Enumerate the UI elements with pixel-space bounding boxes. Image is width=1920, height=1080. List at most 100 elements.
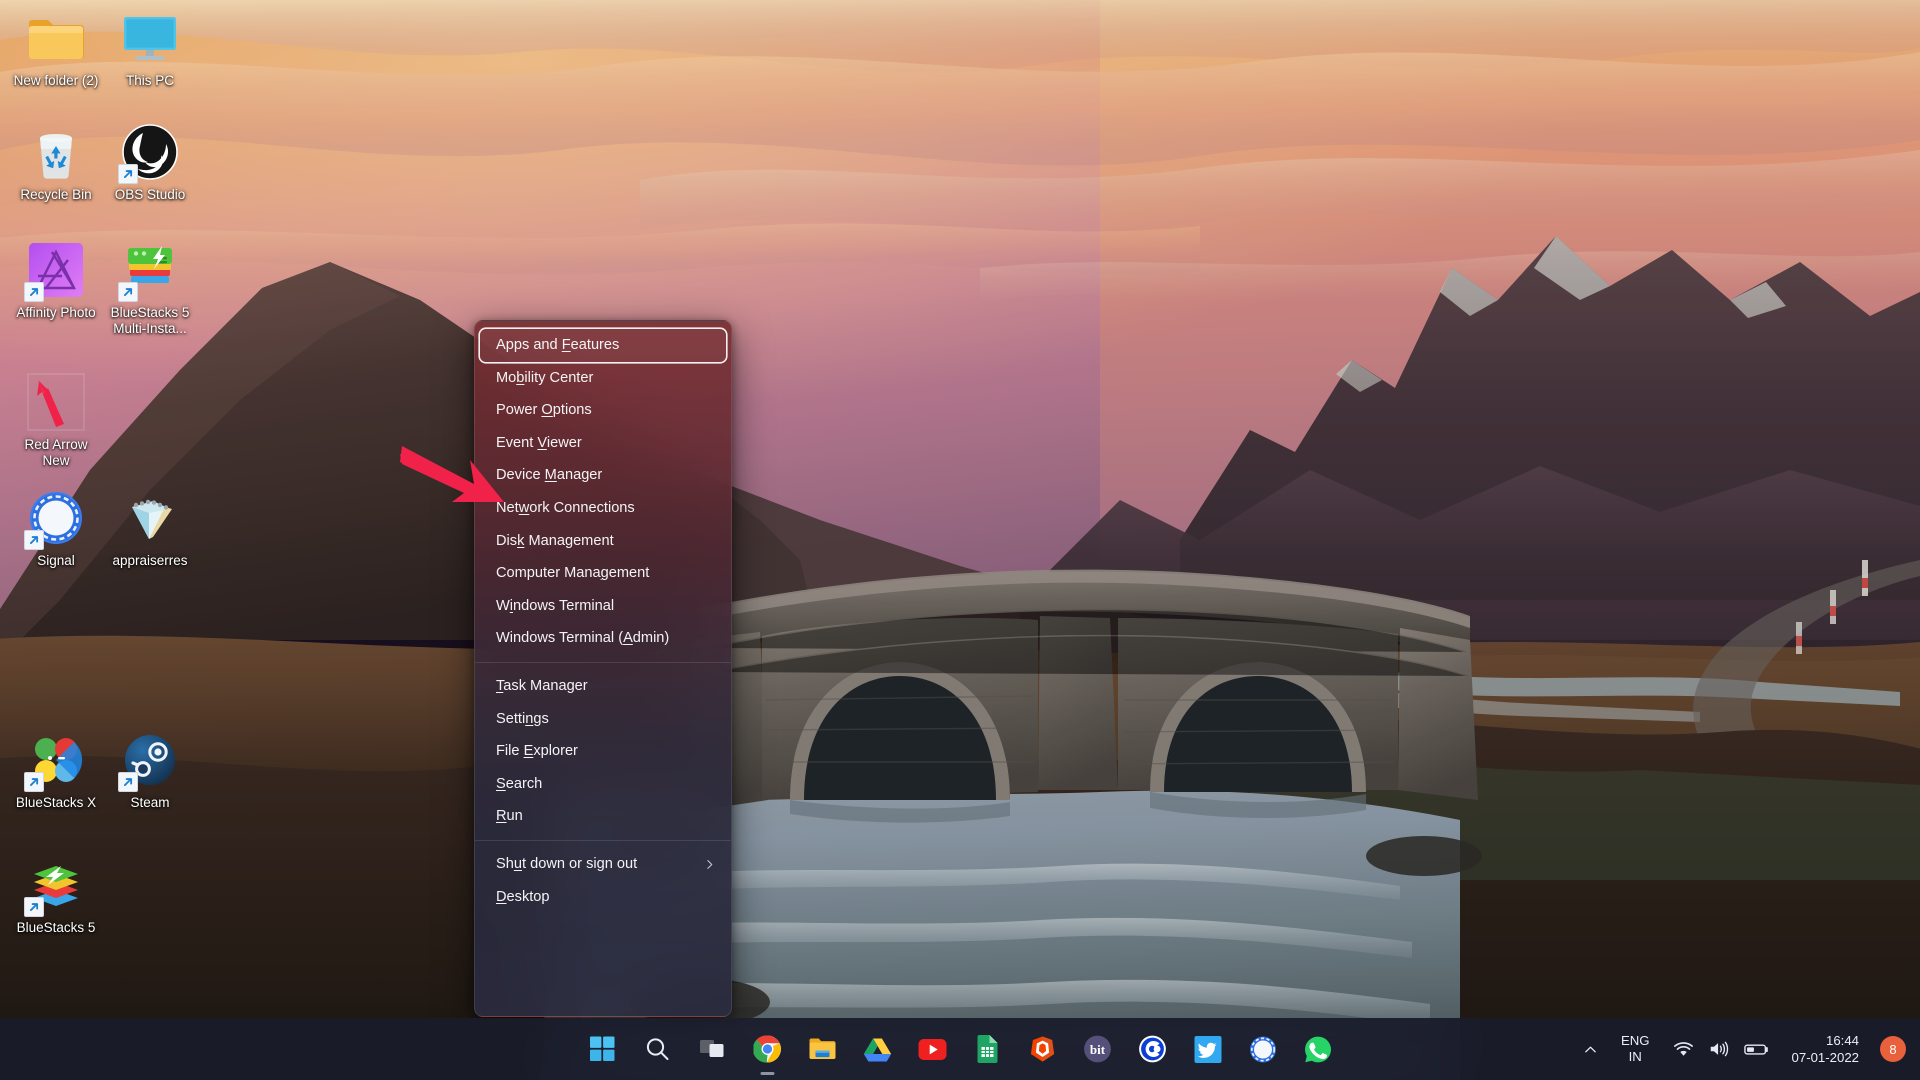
obs-studio-icon: [120, 122, 180, 182]
winx-menu-item-search[interactable]: Search: [480, 768, 726, 801]
desktop-icon-red-arrow-new[interactable]: Red Arrow New: [8, 372, 104, 469]
desktop-icon-label: Affinity Photo: [8, 305, 104, 321]
windows-start-icon: [590, 1036, 616, 1062]
desktop-icon-appraiserres[interactable]: appraiserres: [102, 488, 198, 569]
taskbar-button-start[interactable]: [582, 1028, 624, 1070]
desktop-icon-label: BlueStacks 5: [8, 920, 104, 936]
taskbar-button-google-sheets[interactable]: [967, 1028, 1009, 1070]
winx-menu-item-windows-terminal-admin[interactable]: Windows Terminal (Admin): [480, 622, 726, 655]
taskbar-button-brave[interactable]: [1022, 1028, 1064, 1070]
winx-menu-item-label: Task Manager: [496, 670, 588, 703]
tray-overflow-button[interactable]: [1576, 1025, 1605, 1073]
taskbar-button-bit[interactable]: bit: [1077, 1028, 1119, 1070]
winx-menu-item-file-explorer[interactable]: File Explorer: [480, 735, 726, 768]
winx-menu-item-label: Search: [496, 768, 542, 801]
desktop-icon-bluestacks-5-multi[interactable]: BlueStacks 5 Multi-Insta...: [102, 240, 198, 337]
chevron-right-icon: [703, 858, 716, 871]
desktop-icon-grid: New folder (2)This PC Recycle BinOBS Stud…: [0, 0, 240, 1020]
taskbar-button-google-drive[interactable]: [857, 1028, 899, 1070]
battery-icon[interactable]: [1737, 1025, 1777, 1073]
desktop-icon-this-pc[interactable]: This PC: [102, 8, 198, 89]
taskbar[interactable]: bit ENG IN: [0, 1018, 1920, 1080]
winx-menu-item-settings[interactable]: Settings: [480, 703, 726, 736]
taskbar-button-task-view[interactable]: [692, 1028, 734, 1070]
notification-badge[interactable]: 8: [1880, 1036, 1906, 1062]
winx-menu-item-label: Windows Terminal (Admin): [496, 622, 669, 655]
desktop-icon-label: BlueStacks 5 Multi-Insta...: [102, 305, 198, 337]
winx-menu-item-label: Computer Management: [496, 557, 649, 590]
steam-icon: [120, 730, 180, 790]
chrome-icon: [754, 1035, 782, 1063]
brave-icon: [1030, 1035, 1056, 1063]
folder-icon: [26, 8, 86, 68]
winx-menu-item-task-manager[interactable]: Task Manager: [480, 670, 726, 703]
desktop-icon-signal[interactable]: Signal: [8, 488, 104, 569]
winx-menu-item-computer-management[interactable]: Computer Management: [480, 557, 726, 590]
wifi-icon[interactable]: [1666, 1025, 1701, 1073]
desktop-icon-affinity-photo[interactable]: Affinity Photo: [8, 240, 104, 321]
taskbar-button-opera-gx[interactable]: [1132, 1028, 1174, 1070]
winx-menu-list: Apps and FeaturesMobility CenterPower Op…: [475, 321, 731, 913]
taskbar-button-twitter[interactable]: [1187, 1028, 1229, 1070]
winx-menu-item-label: Run: [496, 800, 523, 833]
notepad-file-icon: [120, 488, 180, 548]
monitor-icon: [120, 8, 180, 68]
winx-quick-link-menu[interactable]: Apps and FeaturesMobility CenterPower Op…: [474, 320, 732, 1017]
taskbar-active-indicator: [761, 1072, 775, 1076]
winx-menu-item-label: Mobility Center: [496, 362, 593, 395]
winx-menu-item-apps-and-features[interactable]: Apps and Features: [480, 329, 726, 362]
desktop-icon-label: appraiserres: [102, 553, 198, 569]
desktop-icon-label: Recycle Bin: [8, 187, 104, 203]
desktop-icon-recycle-bin[interactable]: Recycle Bin: [8, 122, 104, 203]
google-drive-icon: [864, 1037, 892, 1062]
recycle-bin-icon: [26, 122, 86, 182]
desktop-icon-label: Red Arrow New: [8, 437, 104, 469]
youtube-icon: [919, 1039, 947, 1060]
signal-icon: [1249, 1036, 1276, 1063]
shortcut-arrow-badge: [24, 530, 44, 550]
winx-menu-item-label: Settings: [496, 703, 549, 736]
winx-menu-item-mobility-center[interactable]: Mobility Center: [480, 362, 726, 395]
taskbar-button-youtube[interactable]: [912, 1028, 954, 1070]
taskbar-button-whatsapp[interactable]: [1297, 1028, 1339, 1070]
desktop-icon-new-folder-2[interactable]: New folder (2): [8, 8, 104, 89]
winx-menu-item-device-manager[interactable]: Device Manager: [480, 459, 726, 492]
winx-menu-item-shut-down-or-sign-out[interactable]: Shut down or sign out: [480, 848, 726, 881]
language-indicator[interactable]: ENG IN: [1605, 1025, 1666, 1073]
desktop-icon-bluestacks-x[interactable]: BlueStacks X: [8, 730, 104, 811]
winx-menu-item-disk-management[interactable]: Disk Management: [480, 525, 726, 558]
desktop-icon-obs-studio[interactable]: OBS Studio: [102, 122, 198, 203]
winx-menu-item-desktop[interactable]: Desktop: [480, 881, 726, 914]
winx-menu-item-windows-terminal[interactable]: Windows Terminal: [480, 590, 726, 623]
clock-time: 16:44: [1792, 1032, 1859, 1049]
red-annotation-arrow: [400, 440, 510, 525]
signal-icon: [26, 488, 86, 548]
winx-menu-item-power-options[interactable]: Power Options: [480, 394, 726, 427]
shortcut-arrow-badge: [24, 282, 44, 302]
system-tray[interactable]: ENG IN: [1576, 1018, 1920, 1080]
svg-text:bit: bit: [1090, 1042, 1106, 1057]
winx-menu-item-label: Power Options: [496, 394, 592, 427]
bit-icon: bit: [1084, 1035, 1112, 1063]
desktop-icon-steam[interactable]: Steam: [102, 730, 198, 811]
red-arrow-image-icon: [26, 372, 86, 432]
speaker-icon[interactable]: [1701, 1025, 1737, 1073]
bluestacks-multi-icon: [120, 240, 180, 300]
taskbar-button-chrome[interactable]: [747, 1028, 789, 1070]
desktop-icon-bluestacks-5[interactable]: BlueStacks 5: [8, 855, 104, 936]
winx-menu-item-run[interactable]: Run: [480, 800, 726, 833]
winx-menu-item-network-connections[interactable]: Network Connections: [480, 492, 726, 525]
desktop-icon-label: New folder (2): [8, 73, 104, 89]
winx-menu-item-label: Desktop: [496, 881, 550, 914]
language-line-2: IN: [1621, 1049, 1650, 1065]
desktop-wallpaper: [0, 0, 1920, 1080]
winx-menu-item-label: Disk Management: [496, 525, 614, 558]
taskbar-button-file-explorer[interactable]: [802, 1028, 844, 1070]
bluestacks-x-icon: [26, 730, 86, 790]
winx-menu-item-event-viewer[interactable]: Event Viewer: [480, 427, 726, 460]
shortcut-arrow-badge: [118, 772, 138, 792]
clock-date[interactable]: 16:44 07-01-2022: [1777, 1025, 1876, 1073]
taskbar-button-search[interactable]: [637, 1028, 679, 1070]
clock-date-text: 07-01-2022: [1792, 1049, 1859, 1066]
taskbar-button-signal[interactable]: [1242, 1028, 1284, 1070]
